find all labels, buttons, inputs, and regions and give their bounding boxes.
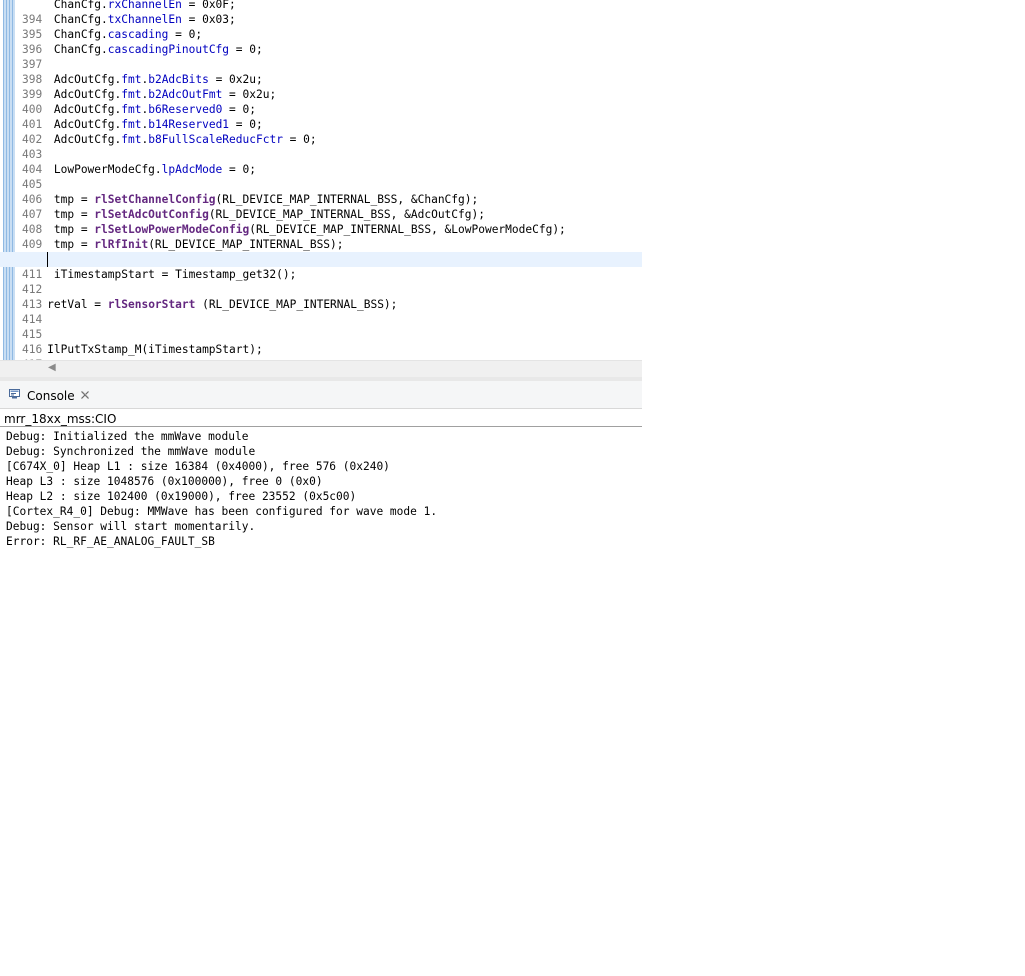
- code-line[interactable]: 417 IlPutTxStamp_M(iTimestampStart);: [0, 342, 642, 360]
- console-tab-bar: Console: [0, 381, 642, 409]
- code-line[interactable]: 397 ChanCfg.cascadingPinoutCfg = 0;: [0, 42, 642, 71]
- code-line[interactable]: 398: [0, 57, 642, 86]
- console-line: Error: RL_RF_AE_ANALOG_FAULT_SB: [6, 535, 215, 548]
- code-text: ChanCfg.cascading = 0;: [0, 28, 203, 41]
- horizontal-scrollbar[interactable]: ◀: [0, 360, 642, 377]
- console-title: mrr_18xx_mss:CIO: [4, 412, 117, 426]
- console-separator: [0, 426, 642, 427]
- code-text: retVal = rlSensorStart (RL_DEVICE_MAP_IN…: [0, 298, 398, 311]
- console-output[interactable]: Debug: Initialized the mmWave module Deb…: [6, 429, 642, 555]
- code-line[interactable]: 401 AdcOutCfg.fmt.b6Reserved0 = 0;: [0, 102, 642, 131]
- code-line[interactable]: 394 ChanCfg.rxChannelEn = 0x0F;: [0, 0, 642, 26]
- code-text: ChanCfg.rxChannelEn = 0x0F;: [0, 0, 236, 11]
- code-text: AdcOutCfg.fmt.b6Reserved0 = 0;: [0, 103, 256, 116]
- close-icon[interactable]: [80, 390, 90, 400]
- console-line: Debug: Initialized the mmWave module: [6, 430, 249, 443]
- code-line[interactable]: 412 iTimestampStart = Timestamp_get32();: [0, 267, 642, 296]
- console-line: [C674X_0] Heap L1 : size 16384 (0x4000),…: [6, 460, 390, 473]
- code-text: ChanCfg.cascadingPinoutCfg = 0;: [0, 43, 263, 56]
- code-line[interactable]: 404: [0, 147, 642, 176]
- code-line[interactable]: 410 tmp = rlRfInit(RL_DEVICE_MAP_INTERNA…: [0, 237, 642, 266]
- console-line: Debug: Synchronized the mmWave module: [6, 445, 256, 458]
- code-line[interactable]: 402 AdcOutCfg.fmt.b14Reserved1 = 0;: [0, 117, 642, 146]
- code-line[interactable]: 409 tmp = rlSetLowPowerModeConfig(RL_DEV…: [0, 222, 642, 251]
- code-line[interactable]: 403 AdcOutCfg.fmt.b8FullScaleReducFctr =…: [0, 132, 642, 161]
- code-line[interactable]: 396 ChanCfg.cascading = 0;: [0, 27, 642, 56]
- code-text: tmp = rlRfInit(RL_DEVICE_MAP_INTERNAL_BS…: [0, 238, 344, 251]
- code-text: tmp = rlSetChannelConfig(RL_DEVICE_MAP_I…: [0, 193, 479, 206]
- code-line[interactable]: 408 tmp = rlSetAdcOutConfig(RL_DEVICE_MA…: [0, 207, 642, 236]
- console-line: Heap L2 : size 102400 (0x19000), free 23…: [6, 490, 357, 503]
- code-text: tmp = rlSetLowPowerModeConfig(RL_DEVICE_…: [0, 223, 566, 236]
- code-text: AdcOutCfg.fmt.b2AdcBits = 0x2u;: [0, 73, 263, 86]
- code-text: tmp = rlSetAdcOutConfig(RL_DEVICE_MAP_IN…: [0, 208, 485, 221]
- code-text: AdcOutCfg.fmt.b2AdcOutFmt = 0x2u;: [0, 88, 277, 101]
- code-line[interactable]: 414 retVal = rlSensorStart (RL_DEVICE_MA…: [0, 297, 642, 326]
- code-line[interactable]: 395 ChanCfg.txChannelEn = 0x03;: [0, 12, 642, 41]
- code-line[interactable]: 406: [0, 177, 642, 206]
- console-icon: [9, 389, 20, 399]
- code-text: AdcOutCfg.fmt.b14Reserved1 = 0;: [0, 118, 263, 131]
- console-tab-label: Console: [27, 389, 75, 403]
- code-text: iTimestampStart = Timestamp_get32();: [0, 268, 297, 281]
- code-line[interactable]: 405 LowPowerModeCfg.lpAdcMode = 0;: [0, 162, 642, 191]
- scroll-left-arrow-icon[interactable]: ◀: [48, 362, 56, 373]
- code-line[interactable]: 415: [0, 312, 642, 341]
- code-text: ChanCfg.txChannelEn = 0x03;: [0, 13, 236, 26]
- code-editor[interactable]: 394 ChanCfg.rxChannelEn = 0x0F; 395 Chan…: [0, 0, 642, 360]
- code-line[interactable]: 399 AdcOutCfg.fmt.b2AdcBits = 0x2u;: [0, 72, 642, 101]
- code-line[interactable]: 416: [0, 327, 642, 356]
- console-line: Debug: Sensor will start momentarily.: [6, 520, 256, 533]
- code-line[interactable]: 413: [0, 282, 642, 311]
- text-caret: [47, 252, 48, 267]
- code-line[interactable]: 407 tmp = rlSetChannelConfig(RL_DEVICE_M…: [0, 192, 642, 221]
- code-line[interactable]: 400 AdcOutCfg.fmt.b2AdcOutFmt = 0x2u;: [0, 87, 642, 116]
- code-text: AdcOutCfg.fmt.b8FullScaleReducFctr = 0;: [0, 133, 317, 146]
- tab-console[interactable]: Console: [0, 381, 100, 408]
- code-text: IlPutTxStamp_M(iTimestampStart);: [0, 343, 263, 356]
- current-code-line[interactable]: 411: [0, 252, 642, 281]
- console-line: Heap L3 : size 1048576 (0x100000), free …: [6, 475, 323, 488]
- code-text: LowPowerModeCfg.lpAdcMode = 0;: [0, 163, 256, 176]
- console-line: [Cortex_R4_0] Debug: MMWave has been con…: [6, 505, 438, 518]
